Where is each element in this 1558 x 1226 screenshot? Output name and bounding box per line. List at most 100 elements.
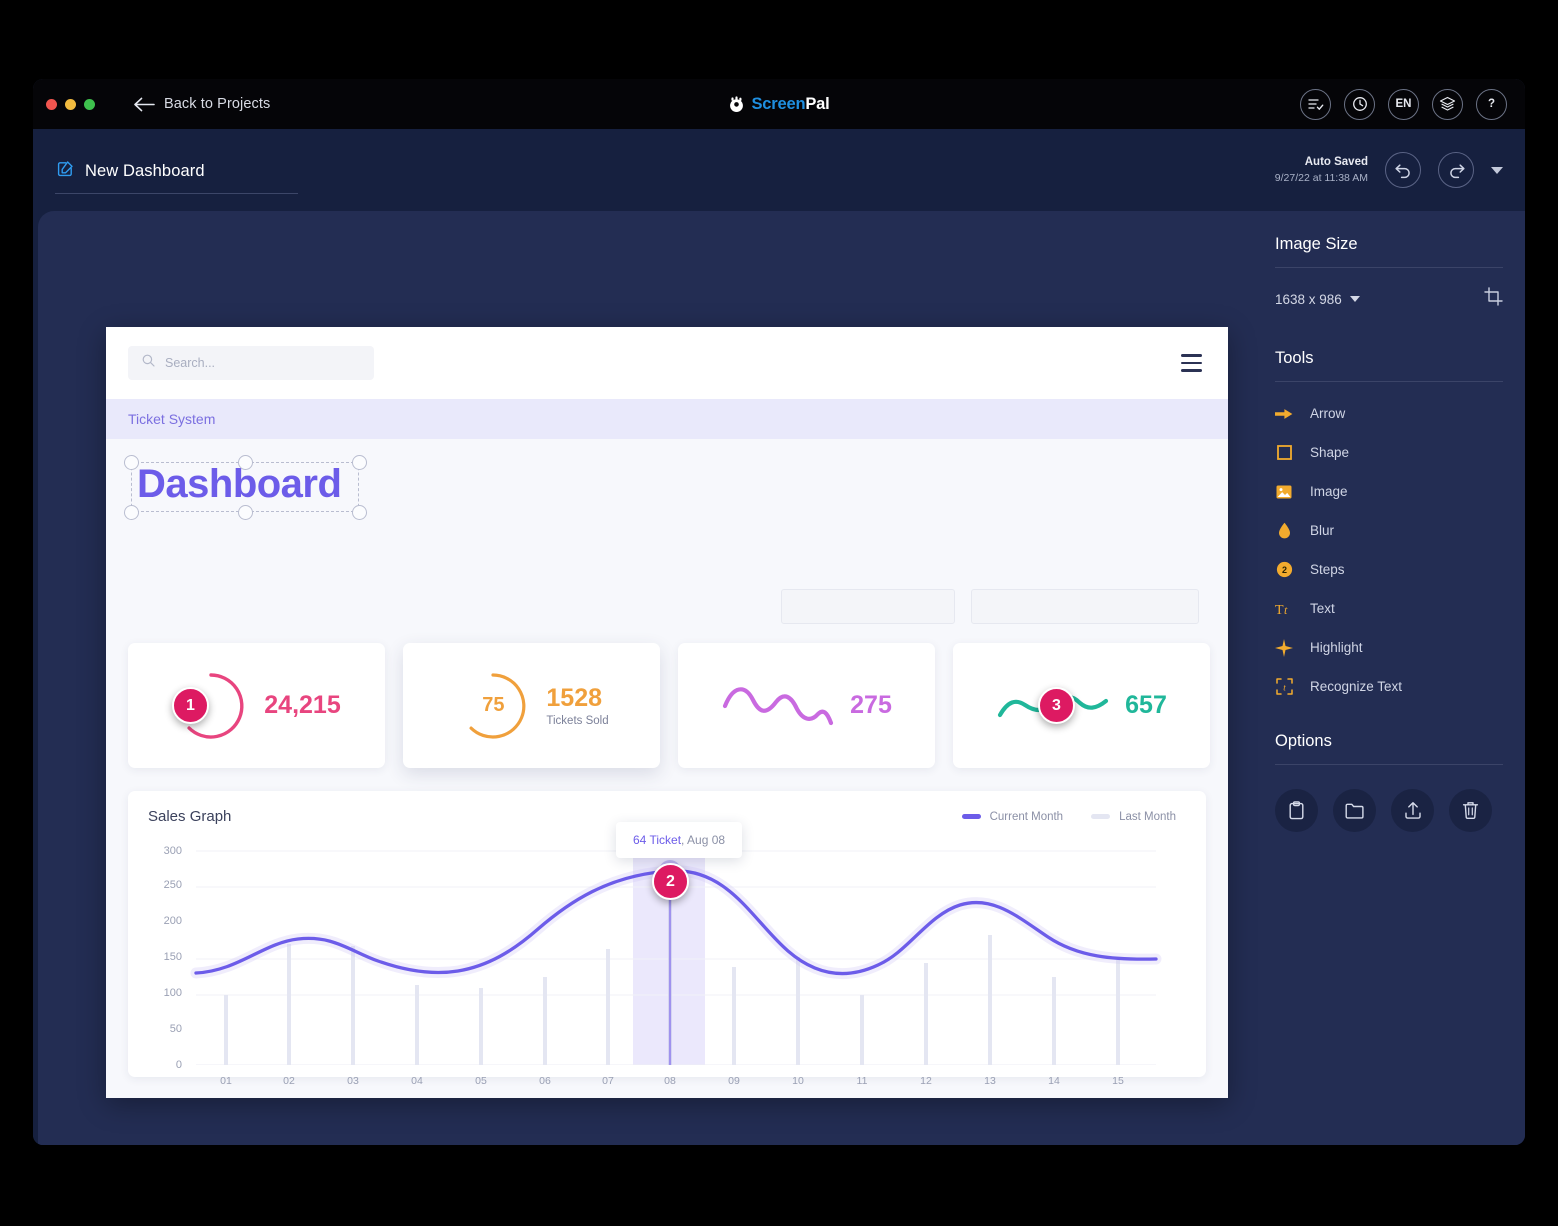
close-window-button[interactable] bbox=[46, 98, 57, 110]
stat-card-4[interactable]: 657 3 bbox=[953, 643, 1210, 768]
hamburger-menu-icon[interactable] bbox=[1177, 350, 1206, 376]
image-size-heading: Image Size bbox=[1275, 235, 1503, 268]
arrow-left-icon bbox=[134, 97, 155, 112]
search-input[interactable]: Search... bbox=[128, 346, 374, 380]
stat-card-1[interactable]: 24,215 1 bbox=[128, 643, 385, 768]
history-icon[interactable] bbox=[1344, 88, 1375, 120]
tool-arrow[interactable]: Arrow bbox=[1275, 394, 1503, 433]
sales-graph-header: Sales Graph Current Month Last Month bbox=[128, 791, 1206, 825]
resize-handle-bottom-center[interactable] bbox=[237, 504, 253, 520]
undo-button[interactable] bbox=[1385, 152, 1421, 188]
tool-blur[interactable]: Blur bbox=[1275, 511, 1503, 550]
tool-text[interactable]: Tt Text bbox=[1275, 589, 1503, 628]
chart-plot-area[interactable]: 300 250 200 150 100 50 0 64 Ticket, Aug … bbox=[128, 822, 1206, 1087]
folder-icon[interactable] bbox=[1333, 789, 1376, 832]
tool-label-steps: Steps bbox=[1310, 562, 1345, 577]
document-title: New Dashboard bbox=[85, 161, 205, 180]
resize-handle-bottom-left[interactable] bbox=[123, 504, 139, 520]
chevron-down-icon[interactable] bbox=[1491, 166, 1503, 174]
window-controls[interactable] bbox=[46, 98, 95, 110]
search-icon bbox=[142, 354, 155, 372]
help-icon[interactable]: ? bbox=[1476, 88, 1507, 120]
maximize-window-button[interactable] bbox=[84, 98, 95, 110]
edit-pencil-icon[interactable] bbox=[57, 160, 74, 182]
chart-svg bbox=[190, 850, 1162, 1065]
crop-icon[interactable] bbox=[1484, 287, 1503, 311]
tooltip-date: , Aug 08 bbox=[681, 833, 726, 847]
tool-label-arrow: Arrow bbox=[1310, 406, 1346, 421]
svg-text:2: 2 bbox=[1281, 565, 1286, 575]
ticket-system-label: Ticket System bbox=[128, 411, 216, 427]
droplet-icon bbox=[1275, 522, 1293, 539]
tool-label-image: Image bbox=[1310, 484, 1348, 499]
tool-recognize-text[interactable]: t Recognize Text bbox=[1275, 667, 1503, 706]
resize-handle-top-left[interactable] bbox=[123, 454, 139, 470]
tool-highlight[interactable]: Highlight bbox=[1275, 628, 1503, 667]
svg-text:t: t bbox=[1283, 683, 1286, 693]
list-check-icon[interactable] bbox=[1300, 88, 1331, 120]
stat-value-2: 1528 bbox=[546, 684, 603, 712]
legend-swatch-last bbox=[1091, 814, 1111, 819]
language-icon[interactable]: EN bbox=[1388, 88, 1419, 120]
save-status-text: Auto Saved 9/27/22 at 11:38 AM bbox=[1275, 155, 1368, 185]
ocr-icon: t bbox=[1275, 678, 1293, 695]
x-tick-02: 02 bbox=[283, 1075, 295, 1087]
tool-label-text: Text bbox=[1310, 601, 1335, 616]
chevron-down-icon[interactable] bbox=[1349, 296, 1360, 302]
legend-label-last: Last Month bbox=[1119, 810, 1176, 823]
layers-icon[interactable] bbox=[1432, 88, 1463, 120]
text-icon: Tt bbox=[1275, 601, 1293, 617]
minimize-window-button[interactable] bbox=[65, 98, 76, 110]
x-tick-11: 11 bbox=[856, 1075, 868, 1087]
filter-box-2[interactable] bbox=[971, 589, 1199, 624]
x-tick-09: 09 bbox=[728, 1075, 740, 1087]
sales-graph-panel[interactable]: Sales Graph Current Month Last Month 300… bbox=[128, 791, 1206, 1087]
autosave-timestamp: 9/27/22 at 11:38 AM bbox=[1274, 171, 1368, 184]
square-icon bbox=[1275, 445, 1293, 460]
resize-handle-top-center[interactable] bbox=[237, 454, 253, 470]
chart-legend: Current Month Last Month bbox=[961, 810, 1176, 823]
arrow-right-icon bbox=[1275, 407, 1293, 421]
upload-icon[interactable] bbox=[1391, 789, 1434, 832]
stat-cards-row: 24,215 1 75 1528 Tickets Sold 275 657 3 bbox=[128, 643, 1210, 768]
image-size-value[interactable]: 1638 x 986 bbox=[1275, 292, 1342, 307]
step-badge-2[interactable]: 2 bbox=[652, 863, 689, 900]
clipboard-icon[interactable] bbox=[1275, 789, 1318, 832]
filter-box-1[interactable] bbox=[781, 589, 955, 624]
tool-image[interactable]: Image bbox=[1275, 472, 1503, 511]
image-size-row: 1638 x 986 bbox=[1275, 287, 1503, 311]
step-badge-1[interactable]: 1 bbox=[172, 687, 209, 724]
back-to-projects-button[interactable]: Back to Projects bbox=[134, 96, 270, 112]
tooltip-value: 64 Ticket bbox=[633, 833, 682, 847]
document-header: New Dashboard Auto Saved 9/27/22 at 11:3… bbox=[33, 129, 1525, 211]
dashboard-topbar: Search... bbox=[106, 327, 1228, 399]
tool-steps[interactable]: 2 Steps bbox=[1275, 550, 1503, 589]
tool-shape[interactable]: Shape bbox=[1275, 433, 1503, 472]
app-window: Back to Projects ScreenPal EN ? New Dash… bbox=[33, 79, 1525, 1145]
x-tick-04: 04 bbox=[411, 1075, 423, 1087]
legend-item-last-month[interactable]: Last Month bbox=[1091, 811, 1176, 823]
page-title: Dashboard bbox=[137, 462, 342, 506]
redo-button[interactable] bbox=[1438, 152, 1474, 188]
back-to-projects-label: Back to Projects bbox=[164, 96, 271, 112]
trash-icon[interactable] bbox=[1449, 789, 1492, 832]
dashboard-body: Dashboard 24,215 1 75 1528 Tickets Sold … bbox=[106, 439, 1228, 1098]
selected-text-object[interactable]: Dashboard bbox=[121, 452, 369, 522]
document-title-field[interactable]: New Dashboard bbox=[55, 160, 298, 194]
resize-handle-bottom-right[interactable] bbox=[351, 504, 367, 520]
last-month-bars bbox=[224, 885, 1120, 1065]
tools-heading: Tools bbox=[1275, 349, 1503, 382]
sparkline-violet bbox=[723, 686, 834, 725]
sparkle-icon bbox=[1275, 638, 1293, 657]
legend-item-current-month[interactable]: Current Month bbox=[961, 810, 1064, 823]
stat-card-2-text: 1528 Tickets Sold bbox=[546, 684, 608, 727]
legend-label-current: Current Month bbox=[989, 810, 1064, 823]
screenpal-logo-icon bbox=[728, 95, 745, 113]
stat-card-3[interactable]: 275 bbox=[678, 643, 935, 768]
resize-handle-top-right[interactable] bbox=[351, 454, 367, 470]
chart-tooltip: 64 Ticket, Aug 08 bbox=[616, 822, 743, 858]
stat-card-2[interactable]: 75 1528 Tickets Sold bbox=[403, 643, 660, 768]
step-badge-3[interactable]: 3 bbox=[1038, 687, 1075, 724]
brand-text: ScreenPal bbox=[751, 95, 829, 114]
image-canvas[interactable]: Search... Ticket System Dashboard 24,215… bbox=[106, 327, 1228, 1098]
